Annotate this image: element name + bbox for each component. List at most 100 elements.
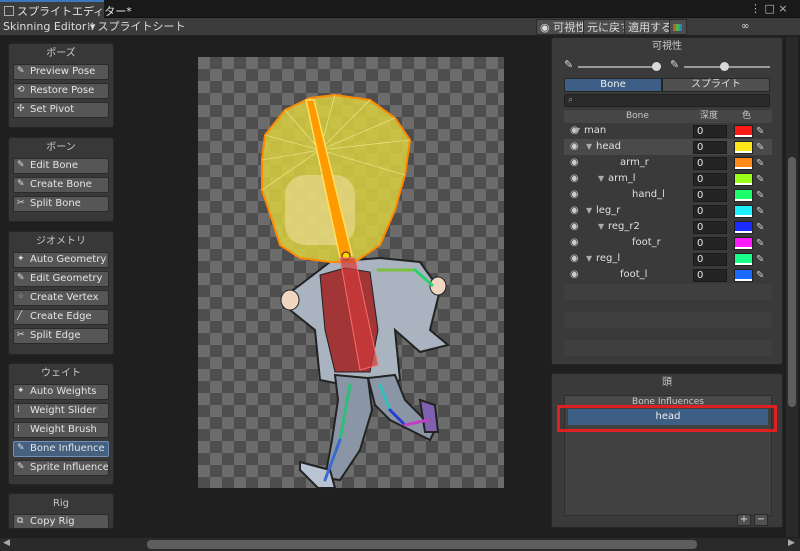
- eyedropper-icon[interactable]: ✎: [756, 252, 764, 268]
- eye-icon[interactable]: ◉: [570, 139, 579, 155]
- scroll-right-icon[interactable]: ▶: [788, 538, 795, 548]
- set-pivot-label: Set Pivot: [30, 104, 75, 115]
- depth-field[interactable]: 0: [693, 253, 727, 266]
- restore-pose-button[interactable]: ⟲ Restore Pose: [13, 83, 109, 99]
- bone-name: foot_r: [632, 237, 661, 248]
- expand-arrow-icon[interactable]: ▼: [598, 219, 604, 235]
- bone-row-leg_r[interactable]: ◉ ▼ leg_r 0 ✎: [564, 203, 772, 219]
- bone-opacity-knob[interactable]: [652, 62, 661, 71]
- tab-bone[interactable]: Bone: [564, 78, 662, 92]
- color-swatch[interactable]: [734, 125, 753, 138]
- depth-field[interactable]: 0: [693, 125, 727, 138]
- bone-influence-label: Bone Influence: [30, 443, 105, 454]
- eyedropper-icon[interactable]: ✎: [756, 124, 764, 140]
- depth-field[interactable]: 0: [693, 157, 727, 170]
- depth-field[interactable]: 0: [693, 205, 727, 218]
- color-swatch[interactable]: [734, 173, 753, 186]
- eye-icon[interactable]: ◉: [570, 251, 579, 267]
- bone-name: reg_l: [596, 253, 621, 264]
- mesh-opacity-icon: ✎: [670, 58, 680, 71]
- bone-row-reg_l[interactable]: ◉ ▼ reg_l 0 ✎: [564, 251, 772, 267]
- color-swatch[interactable]: [734, 269, 753, 282]
- split-edge-button[interactable]: ✂ Split Edge: [13, 328, 109, 344]
- sprite-influence-icon: ✎: [17, 462, 25, 472]
- eye-icon[interactable]: ◉: [570, 267, 579, 283]
- eyedropper-icon[interactable]: ✎: [756, 140, 764, 156]
- color-swatch[interactable]: [734, 205, 753, 218]
- expand-arrow-icon[interactable]: ▼: [586, 139, 592, 155]
- eyedropper-icon[interactable]: ✎: [756, 204, 764, 220]
- bone-name: man: [584, 125, 607, 136]
- eye-icon[interactable]: ◉: [570, 219, 579, 235]
- weight-brush-button[interactable]: ⁞ Weight Brush: [13, 422, 109, 438]
- horizontal-scroll-thumb[interactable]: [147, 540, 697, 549]
- eye-icon[interactable]: ◉: [570, 155, 579, 171]
- color-swatch[interactable]: [734, 237, 753, 250]
- eyedropper-icon[interactable]: ✎: [756, 188, 764, 204]
- depth-field[interactable]: 0: [693, 141, 727, 154]
- split-bone-button[interactable]: ✂ Split Bone: [13, 196, 109, 212]
- color-swatch[interactable]: [734, 141, 753, 154]
- eye-icon[interactable]: ◉: [570, 203, 579, 219]
- horizontal-scrollbar[interactable]: ◀ ▶: [0, 538, 800, 551]
- bone-row-arm_r[interactable]: ◉ arm_r 0 ✎: [564, 155, 772, 171]
- scroll-left-icon[interactable]: ◀: [3, 538, 10, 548]
- depth-field[interactable]: 0: [693, 237, 727, 250]
- depth-field[interactable]: 0: [693, 189, 727, 202]
- bone-row-reg_r2[interactable]: ◉ ▼ reg_r2 0 ✎: [564, 219, 772, 235]
- edit-bone-icon: ✎: [17, 160, 25, 170]
- bone-influence-panel: 頭 Bone Influences head: [551, 373, 783, 528]
- sprite-influence-button[interactable]: ✎ Sprite Influence: [13, 460, 109, 476]
- split-bone-icon: ✂: [17, 198, 25, 208]
- expand-arrow-icon[interactable]: ▼: [586, 203, 592, 219]
- bone-opacity-slider[interactable]: [578, 66, 656, 68]
- expand-arrow-icon[interactable]: ▼: [586, 251, 592, 267]
- bone-row-arm_l[interactable]: ◉ ▼ arm_l 0 ✎: [564, 171, 772, 187]
- eyedropper-icon[interactable]: ✎: [756, 220, 764, 236]
- edit-bone-button[interactable]: ✎ Edit Bone: [13, 158, 109, 174]
- preview-pose-button[interactable]: ✎ Preview Pose: [13, 64, 109, 80]
- weight-slider-button[interactable]: ⁞ Weight Slider: [13, 403, 109, 419]
- edit-geometry-button[interactable]: ✎ Edit Geometry: [13, 271, 109, 287]
- influence-panel-title: 頭: [662, 377, 672, 388]
- bone-row-foot_l[interactable]: ◉ foot_l 0 ✎: [564, 267, 772, 283]
- color-swatch[interactable]: [734, 189, 753, 202]
- depth-field[interactable]: 0: [693, 221, 727, 234]
- eye-icon[interactable]: ◉: [570, 187, 579, 203]
- add-influence-button[interactable]: +: [737, 514, 751, 526]
- bone-influence-button[interactable]: ✎ Bone Influence: [13, 441, 109, 457]
- create-bone-button[interactable]: ✎ Create Bone: [13, 177, 109, 193]
- bone-name: hand_l: [632, 189, 665, 200]
- depth-field[interactable]: 0: [693, 173, 727, 186]
- create-edge-button[interactable]: ╱ Create Edge: [13, 309, 109, 325]
- remove-influence-button[interactable]: −: [754, 514, 768, 526]
- vertical-scrollbar[interactable]: [786, 37, 798, 537]
- bone-search-input[interactable]: ⌕: [564, 94, 770, 107]
- create-vertex-button[interactable]: ⁘ Create Vertex: [13, 290, 109, 306]
- eyedropper-icon[interactable]: ✎: [756, 172, 764, 188]
- bone-row-head[interactable]: ◉ ▼ head 0 ✎: [564, 139, 772, 155]
- expand-arrow-icon[interactable]: ▼: [598, 171, 604, 187]
- eyedropper-icon[interactable]: ✎: [756, 268, 764, 284]
- mesh-opacity-knob[interactable]: [720, 62, 729, 71]
- vertical-scroll-thumb[interactable]: [788, 157, 796, 407]
- color-swatch[interactable]: [734, 221, 753, 234]
- bone-row-hand_l[interactable]: ◉ hand_l 0 ✎: [564, 187, 772, 203]
- expand-arrow-icon[interactable]: ▼: [574, 123, 580, 139]
- bone-row-foot_r[interactable]: ◉ foot_r 0 ✎: [564, 235, 772, 251]
- eyedropper-icon[interactable]: ✎: [756, 236, 764, 252]
- color-swatch[interactable]: [734, 157, 753, 170]
- eyedropper-icon[interactable]: ✎: [756, 156, 764, 172]
- eye-icon[interactable]: ◉: [570, 235, 579, 251]
- auto-geometry-button[interactable]: ✦ Auto Geometry: [13, 252, 109, 268]
- color-swatch[interactable]: [734, 253, 753, 266]
- bone-row-man[interactable]: ◉ ▼ man 0 ✎: [564, 123, 772, 139]
- auto-weights-button[interactable]: ✦ Auto Weights: [13, 384, 109, 400]
- depth-field[interactable]: 0: [693, 269, 727, 282]
- copy-rig-button[interactable]: ⧉ Copy Rig: [13, 514, 109, 528]
- create-vertex-icon: ⁘: [17, 292, 25, 302]
- tab-sprite[interactable]: スプライト: [662, 78, 770, 92]
- eye-icon[interactable]: ◉: [570, 171, 579, 187]
- bone-name: foot_l: [620, 269, 648, 280]
- set-pivot-button[interactable]: ✣ Set Pivot: [13, 102, 109, 118]
